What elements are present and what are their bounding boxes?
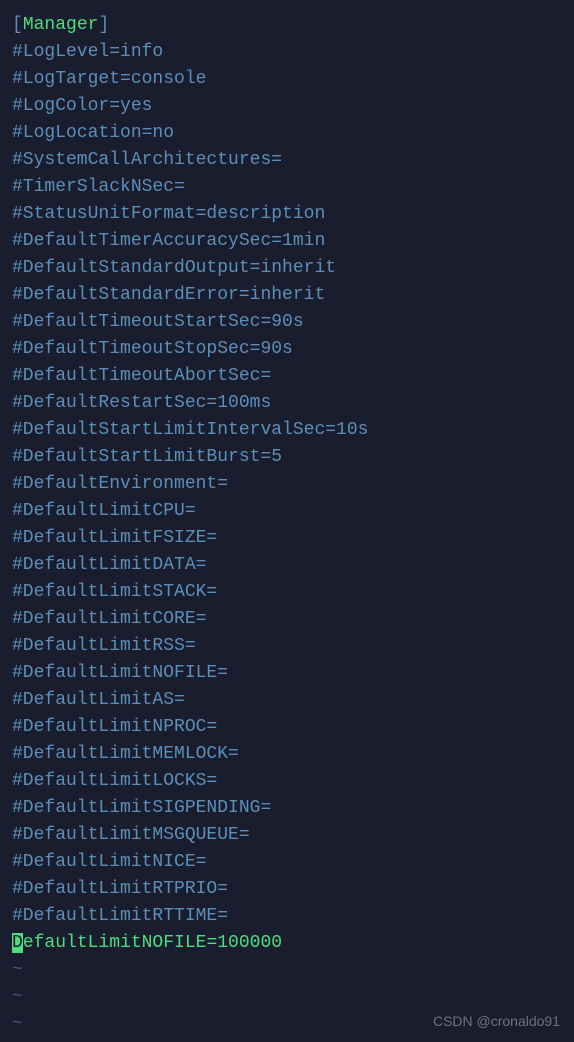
config-line: #SystemCallArchitectures= bbox=[12, 147, 562, 174]
config-line: #LogTarget=console bbox=[12, 66, 562, 93]
config-line: #DefaultLimitRTTIME= bbox=[12, 903, 562, 930]
config-line: #DefaultStandardOutput=inherit bbox=[12, 255, 562, 282]
active-line-text: efaultLimitNOFILE=100000 bbox=[23, 933, 282, 953]
bracket-open: [ bbox=[12, 15, 23, 35]
empty-line-tilde: ~ bbox=[12, 984, 562, 1011]
config-line: #DefaultLimitDATA= bbox=[12, 552, 562, 579]
config-line: #TimerSlackNSec= bbox=[12, 174, 562, 201]
config-line: #DefaultRestartSec=100ms bbox=[12, 390, 562, 417]
empty-line-tilde: ~ bbox=[12, 957, 562, 984]
config-line: #DefaultLimitSTACK= bbox=[12, 579, 562, 606]
config-line: #LogColor=yes bbox=[12, 93, 562, 120]
config-line: #DefaultLimitLOCKS= bbox=[12, 768, 562, 795]
config-line: #DefaultTimerAccuracySec=1min bbox=[12, 228, 562, 255]
bracket-close: ] bbox=[98, 15, 109, 35]
config-line: #DefaultLimitMSGQUEUE= bbox=[12, 822, 562, 849]
section-header: [Manager] bbox=[12, 12, 562, 39]
config-line: #DefaultLimitMEMLOCK= bbox=[12, 741, 562, 768]
config-line: #LogLocation=no bbox=[12, 120, 562, 147]
editor-content[interactable]: [Manager] #LogLevel=info#LogTarget=conso… bbox=[12, 12, 562, 1038]
watermark: CSDN @cronaldo91 bbox=[433, 1011, 560, 1032]
cursor: D bbox=[12, 933, 23, 953]
config-line: #DefaultLimitFSIZE= bbox=[12, 525, 562, 552]
active-config-line: DefaultLimitNOFILE=100000 bbox=[12, 930, 562, 957]
config-line: #DefaultLimitNOFILE= bbox=[12, 660, 562, 687]
config-line: #DefaultStartLimitBurst=5 bbox=[12, 444, 562, 471]
config-line: #StatusUnitFormat=description bbox=[12, 201, 562, 228]
config-line: #DefaultLimitCPU= bbox=[12, 498, 562, 525]
config-line: #DefaultLimitRTPRIO= bbox=[12, 876, 562, 903]
config-line: #DefaultLimitRSS= bbox=[12, 633, 562, 660]
config-line: #DefaultLimitAS= bbox=[12, 687, 562, 714]
config-line: #DefaultTimeoutStartSec=90s bbox=[12, 309, 562, 336]
config-line: #DefaultLimitCORE= bbox=[12, 606, 562, 633]
config-line: #DefaultStartLimitIntervalSec=10s bbox=[12, 417, 562, 444]
config-line: #DefaultEnvironment= bbox=[12, 471, 562, 498]
config-line: #DefaultStandardError=inherit bbox=[12, 282, 562, 309]
config-line: #DefaultLimitNICE= bbox=[12, 849, 562, 876]
config-line: #LogLevel=info bbox=[12, 39, 562, 66]
config-line: #DefaultLimitSIGPENDING= bbox=[12, 795, 562, 822]
section-name: Manager bbox=[23, 15, 99, 35]
config-line: #DefaultTimeoutAbortSec= bbox=[12, 363, 562, 390]
config-line: #DefaultLimitNPROC= bbox=[12, 714, 562, 741]
config-line: #DefaultTimeoutStopSec=90s bbox=[12, 336, 562, 363]
